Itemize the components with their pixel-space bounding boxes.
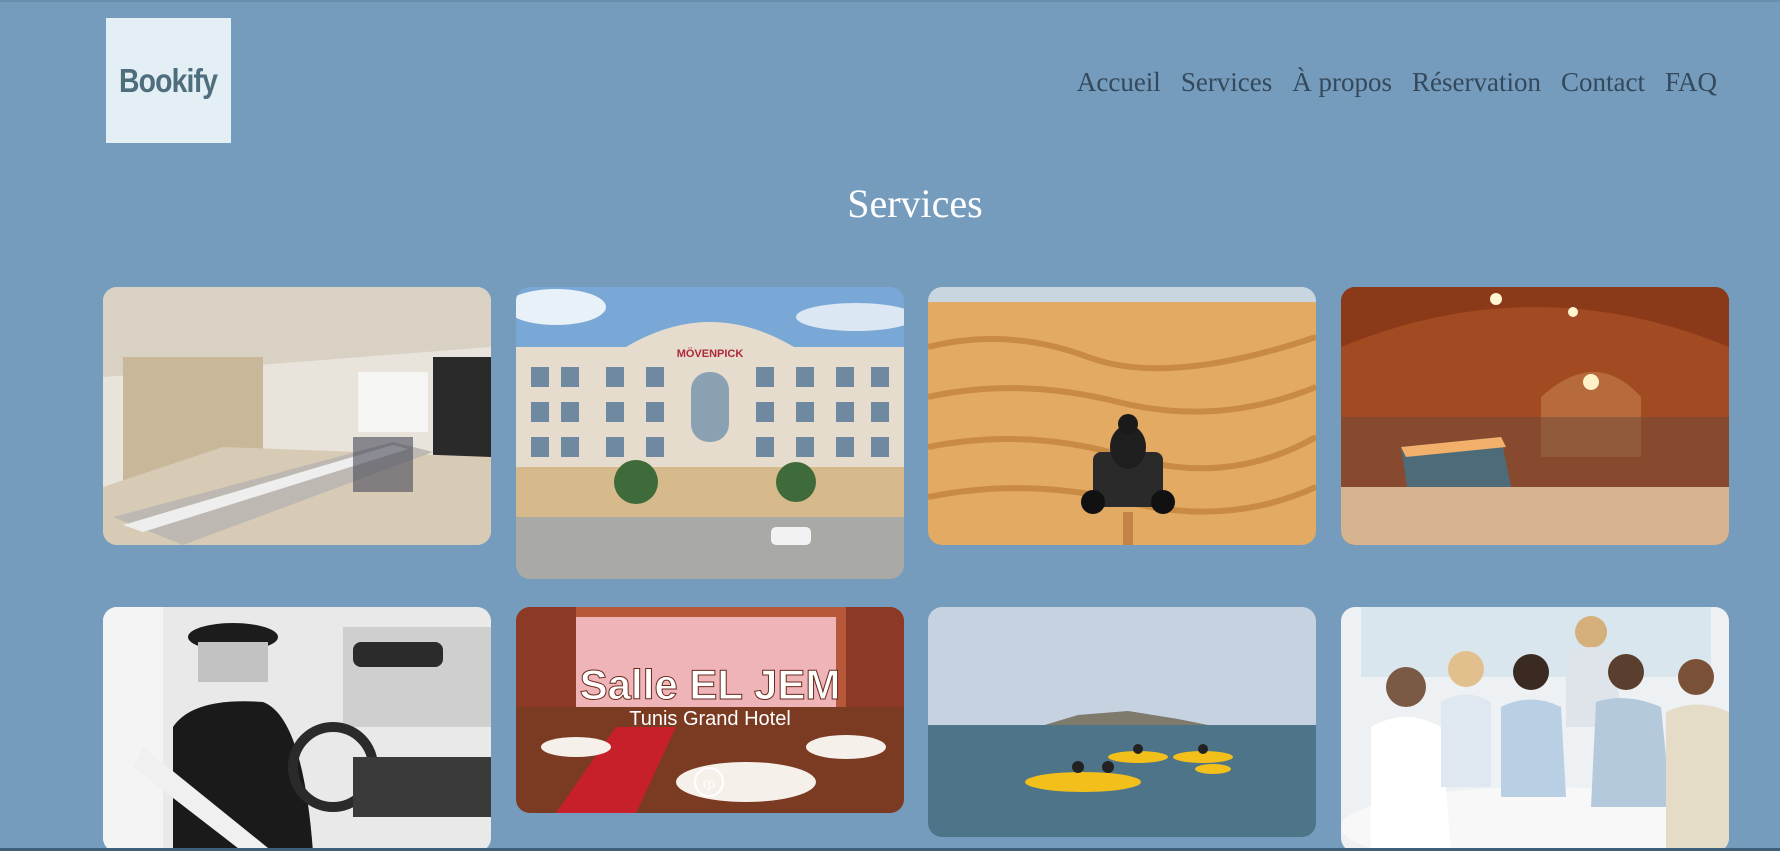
main-nav: Accueil Services À propos Réservation Co…	[1077, 64, 1717, 100]
service-card-kayak-sea[interactable]	[928, 607, 1316, 837]
nav-link-a-propos[interactable]: À propos	[1292, 64, 1392, 100]
service-card-conference-room[interactable]	[103, 287, 491, 545]
kayak-image	[928, 607, 1316, 837]
business-meeting-image	[1341, 607, 1729, 851]
hotel-sign-text: MÖVENPICK	[677, 347, 744, 360]
salle-el-jem-subtitle: Tunis Grand Hotel	[629, 708, 791, 730]
service-card-desert-quad[interactable]	[928, 287, 1316, 545]
driver-image	[103, 607, 491, 851]
section-title: Services	[847, 181, 983, 226]
hotel-facade-image: MÖVENPICK	[516, 287, 904, 579]
nav-link-services[interactable]: Services	[1181, 64, 1272, 100]
desert-quad-image	[928, 287, 1316, 545]
service-card-business-meeting[interactable]	[1341, 607, 1729, 851]
salle-el-jem-title: Salle EL JEM	[580, 661, 841, 708]
nav-link-faq[interactable]: FAQ	[1665, 64, 1717, 100]
logo-text: Bookify	[119, 61, 218, 99]
nav-link-reservation[interactable]: Réservation	[1412, 64, 1541, 100]
service-card-salle-el-jem[interactable]: Salle EL JEM Tunis Grand Hotel rp	[516, 607, 904, 813]
service-card-hammam-spa[interactable]	[1341, 287, 1729, 545]
nav-link-contact[interactable]: Contact	[1561, 64, 1645, 100]
services-page: Bookify Accueil Services À propos Réserv…	[0, 0, 1780, 851]
conference-room-image	[103, 287, 491, 545]
banquet-hall-image: Salle EL JEM Tunis Grand Hotel rp	[516, 607, 904, 813]
page-bottom-border	[0, 848, 1780, 851]
logo[interactable]: Bookify	[106, 18, 231, 143]
service-card-movenpick-hotel[interactable]: MÖVENPICK	[516, 287, 904, 579]
salle-el-jem-badge: rp	[703, 775, 716, 791]
service-card-private-driver[interactable]	[103, 607, 491, 851]
nav-link-accueil[interactable]: Accueil	[1077, 64, 1161, 100]
hammam-image	[1341, 287, 1729, 545]
